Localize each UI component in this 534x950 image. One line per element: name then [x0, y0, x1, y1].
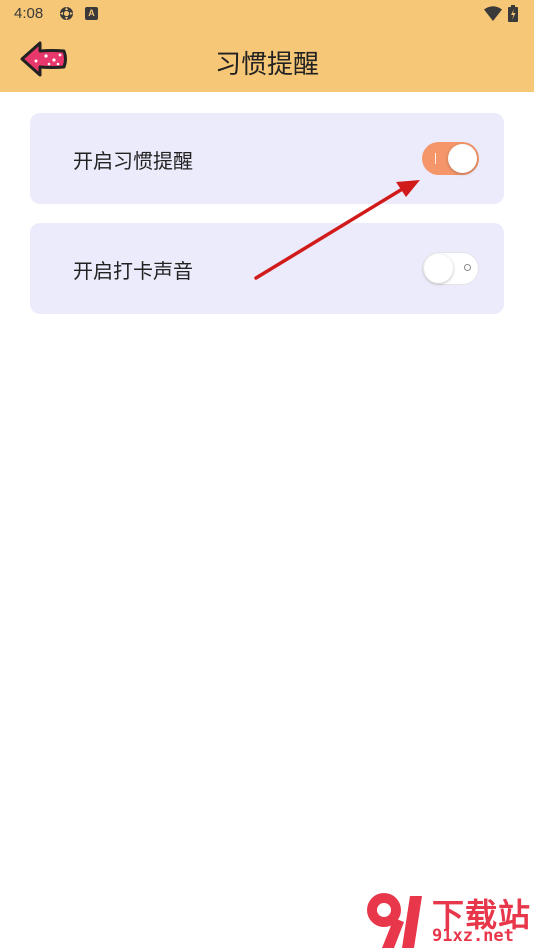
setting-label-habit-reminder: 开启习惯提醒	[73, 149, 193, 173]
setting-card-habit-reminder: 开启习惯提醒	[30, 113, 504, 204]
91-logo	[367, 893, 422, 948]
habit-reminder-toggle[interactable]	[422, 142, 479, 175]
toggle-on-mark-icon	[435, 153, 436, 164]
wifi-icon	[484, 6, 502, 21]
battery-icon	[508, 5, 518, 22]
watermark: 下载站 91xz.net	[360, 888, 534, 950]
watermark-domain: 91xz.net	[432, 926, 514, 946]
toggle-knob	[424, 254, 453, 283]
setting-label-checkin-sound: 开启打卡声音	[73, 259, 193, 283]
status-bar: 4:08 A	[0, 0, 534, 28]
toggle-off-mark-icon	[464, 264, 471, 271]
a-badge-icon: A	[85, 7, 98, 20]
page-title: 习惯提醒	[214, 50, 319, 80]
gear-icon	[60, 7, 73, 20]
setting-card-checkin-sound: 开启打卡声音	[30, 223, 504, 314]
app-bar: 习惯提醒	[0, 28, 534, 92]
checkin-sound-toggle[interactable]	[422, 252, 479, 285]
toggle-knob	[448, 144, 477, 173]
status-time: 4:08	[14, 5, 44, 22]
